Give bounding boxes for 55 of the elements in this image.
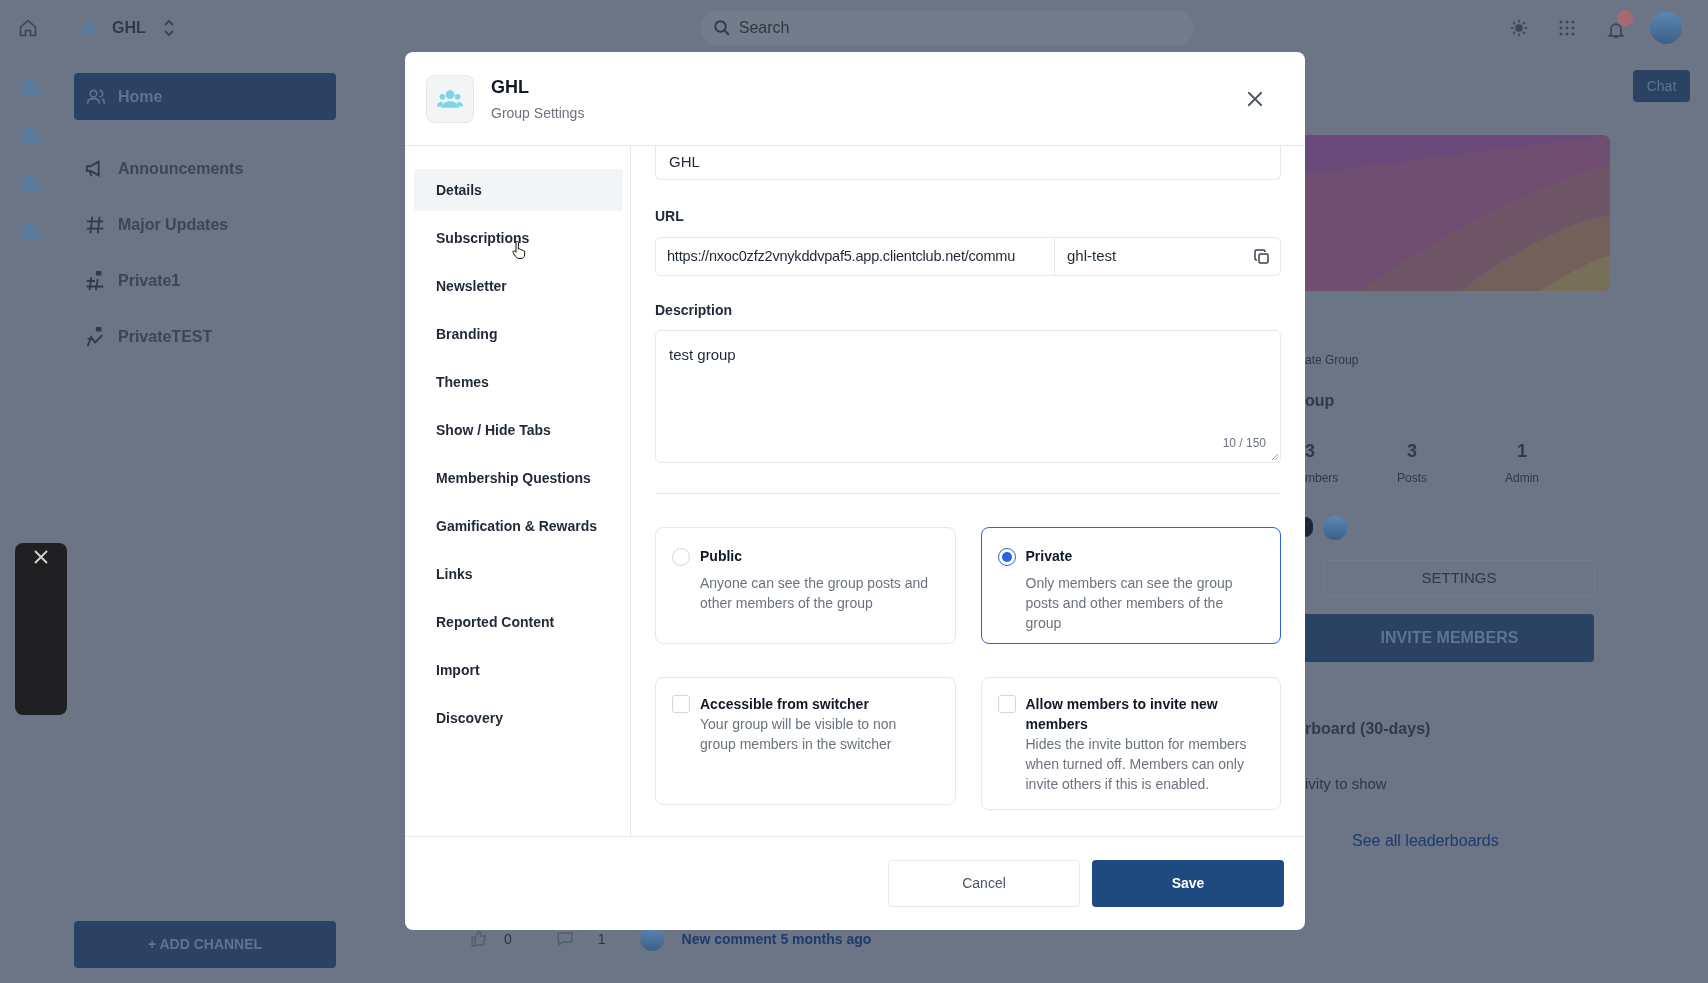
dialog-title: GHL [491,75,530,99]
home-icon[interactable] [18,17,38,38]
stat-value: 1 [1517,440,1527,463]
stat-label: Admin [1505,470,1539,487]
activity-text: New comment 5 months ago [681,929,872,949]
resize-handle-icon[interactable] [1271,453,1279,461]
checkbox[interactable] [997,695,1016,713]
locked-hash-icon [84,270,106,292]
option-description: Anyone can see the group posts and other members of the group [700,574,930,613]
close-icon[interactable] [1246,89,1264,108]
apps-grid-icon[interactable] [1557,18,1576,37]
locked-channel-icon [84,326,106,348]
privacy-option-card[interactable]: Private Only members can see the group posts and other members of the group [980,527,1281,644]
copy-icon[interactable] [1254,248,1270,265]
cancel-button[interactable]: Cancel [888,860,1080,907]
option-description: Hides the invite button for members when turned off. Members can only invite others if this is enabled. [1025,735,1248,794]
option-title: Accessible from switcher [700,695,870,714]
group-name-field[interactable]: GHL [655,146,1281,180]
privacy-option-card[interactable]: Public Anyone can see the group posts and other members of the group [655,527,956,644]
leaderboard-title: rboard (30-days) [1305,719,1431,739]
option-title: Public [700,547,743,566]
settings-nav-item[interactable]: Details [414,169,623,211]
group-name: oup [1305,391,1335,411]
sun-icon[interactable] [1509,18,1528,37]
empty-leaderboard-text: ivity to show [1305,774,1387,794]
description-field[interactable]: test group 10 / 150 [655,330,1281,463]
character-counter: 10 / 150 [1222,435,1266,452]
search-placeholder: Search [738,17,790,38]
stat-value: 3 [1407,440,1417,463]
save-button[interactable]: Save [1092,860,1284,907]
member-avatar [1323,516,1347,540]
checkbox[interactable] [672,695,690,713]
search-icon [712,18,731,37]
switcher-chevrons-icon[interactable] [161,17,176,38]
group-name: GHL [112,17,146,38]
option-description: Only members can see the group posts and other members of the group [1025,574,1234,633]
stat-value: 3 [1305,440,1315,463]
thumbs-up-icon[interactable] [470,930,488,948]
group-type-label: ate Group [1305,352,1359,369]
option-title: Allow members to invite new members [1025,695,1219,734]
option-title: Private [1025,547,1074,566]
option-description: Your group will be visible to non group members in the switcher [700,715,898,754]
comment-icon[interactable] [555,930,574,948]
url-slug-field[interactable]: ghl-test [1055,237,1281,276]
like-count: 0 [504,929,512,949]
stat-label: Posts [1397,470,1427,487]
user-avatar[interactable] [1649,11,1682,44]
field-label: Description [655,301,733,320]
stat-label: mbers [1305,470,1339,487]
url-base-field[interactable]: https://nxoc0zfz2vnykddvpaf5.app.clientclub.net/commu [655,237,1055,276]
field-label: URL [655,207,685,226]
comment-count: 1 [597,929,606,949]
member-avatar [1305,517,1313,537]
dialog-subtitle: Group Settings [491,103,585,123]
hash-icon [84,214,106,236]
